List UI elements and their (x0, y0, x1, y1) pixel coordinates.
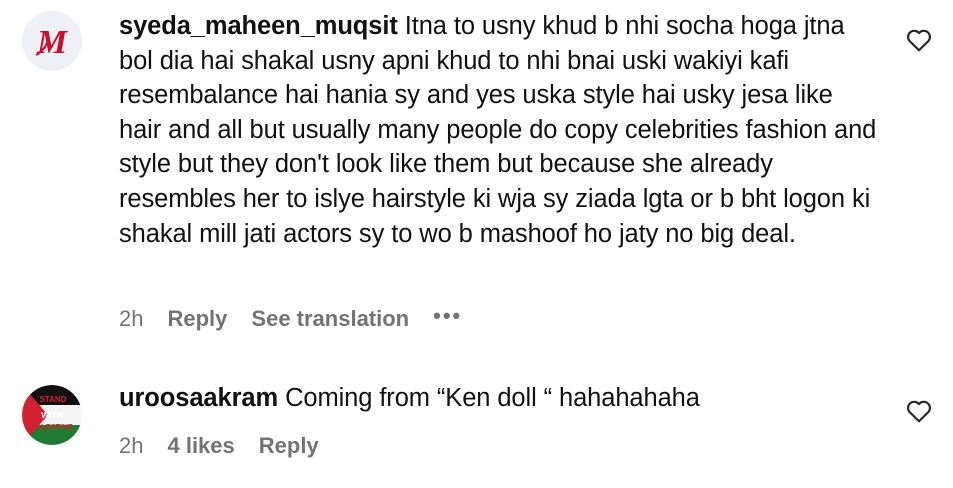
avatar-text-bottom: PALESTINE (31, 422, 73, 431)
comment-text: Itna to usny khud b nhi socha hoga jtna … (119, 12, 877, 248)
avatar-text-mid: WITH (41, 410, 63, 420)
reply-button[interactable]: Reply (167, 306, 227, 332)
comment-username[interactable]: uroosaakram (119, 384, 278, 412)
heart-outline-icon[interactable] (906, 399, 932, 423)
comment-time: 2h (119, 433, 144, 458)
comment-body: syeda_maheen_muqsit Itna to usny khud b n… (119, 9, 881, 251)
comment-meta: 2h 4 likes Reply (119, 433, 343, 459)
avatar-letter: M (36, 24, 69, 61)
palestine-flag-avatar: STAND WITH PALESTINE (22, 385, 82, 445)
comment-time: 2h (119, 306, 144, 331)
heart-outline-icon[interactable] (906, 28, 932, 52)
comment-username[interactable]: syeda_maheen_muqsit (119, 12, 398, 40)
comment-text: Coming from “Ken doll “ hahahahaha (285, 384, 700, 412)
avatar[interactable]: M (22, 11, 82, 71)
avatar[interactable]: STAND WITH PALESTINE (22, 385, 82, 445)
logo-m-icon: M (22, 11, 82, 71)
likes-count[interactable]: 4 likes (167, 433, 234, 459)
comment-meta: 2h Reply See translation ••• (119, 303, 486, 332)
reply-button[interactable]: Reply (259, 433, 319, 459)
comment-text-block: uroosaakram Coming from “Ken doll “ hahah… (119, 381, 881, 416)
more-options-icon[interactable]: ••• (433, 303, 462, 329)
see-translation-button[interactable]: See translation (251, 306, 409, 332)
avatar-text-top: STAND (40, 395, 67, 404)
comment-text-block: syeda_maheen_muqsit Itna to usny khud b n… (119, 9, 881, 251)
comment-body: uroosaakram Coming from “Ken doll “ hahah… (119, 381, 881, 416)
